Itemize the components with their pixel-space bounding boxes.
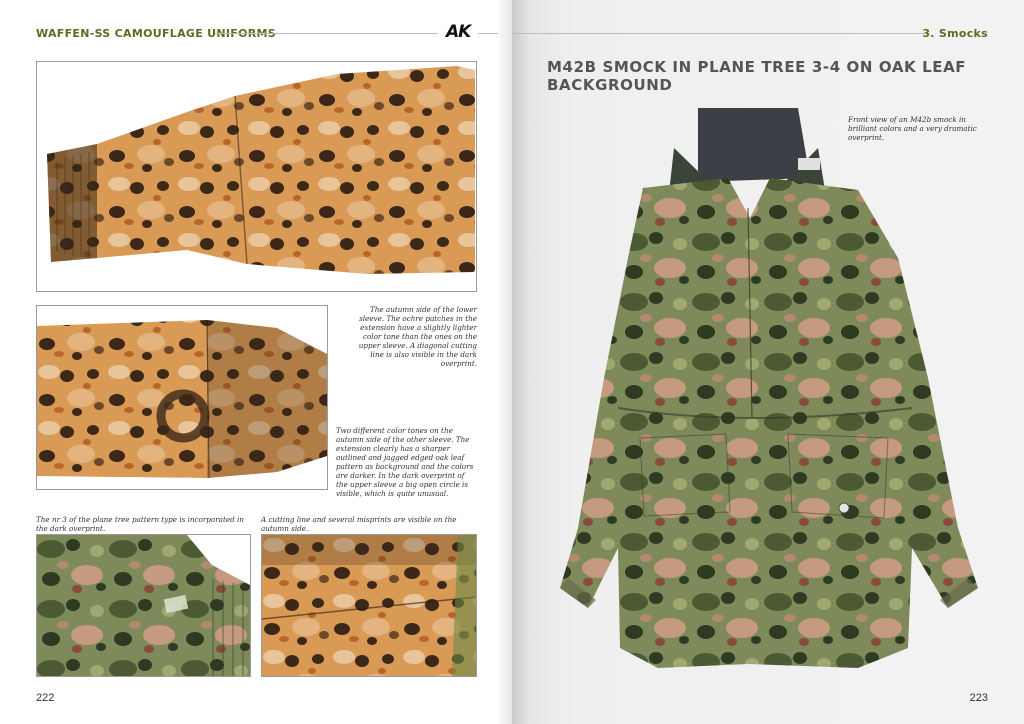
caption-two-color-tones: Two different color tones on the autumn … <box>336 426 474 498</box>
ak-logo: AK <box>446 22 471 42</box>
autumn-side-illustration-bottom-right <box>262 535 476 676</box>
caption-nr3-pattern: The nr 3 of the plane tree pattern type … <box>36 515 244 533</box>
cuff-photo-bottom-left <box>36 534 251 677</box>
header-rule-left <box>215 33 438 34</box>
right-page: 3. Smocks Front view of an M42b smock in… <box>512 0 1024 724</box>
smock-illustration <box>560 108 978 668</box>
page-number-right: 223 <box>969 692 988 704</box>
gutter-shadow <box>496 0 512 724</box>
running-head-right: 3. Smocks <box>922 27 988 40</box>
sleeve-photo-top <box>36 61 477 292</box>
caption-autumn-lower-sleeve: The autumn side of the lower sleeve. The… <box>358 305 477 368</box>
book-spread: WAFFEN-SS CAMOUFLAGE UNIFORMS AK The aut… <box>0 0 1024 724</box>
left-page: WAFFEN-SS CAMOUFLAGE UNIFORMS AK The aut… <box>0 0 512 724</box>
header-rule-left-end <box>478 33 498 34</box>
header-rule-right <box>512 33 924 34</box>
sleeve-photo-middle <box>36 305 328 490</box>
sleeve-illustration-middle <box>37 306 327 489</box>
cuff-illustration-bottom-left <box>37 535 250 676</box>
sleeve-illustration-top <box>37 62 476 291</box>
caption-cutting-line: A cutting line and several misprints are… <box>261 515 457 533</box>
autumn-side-photo-bottom-right <box>261 534 477 677</box>
section-title: M42B SMOCK IN PLANE TREE 3-4 ON OAK LEAF… <box>547 58 967 94</box>
page-number-left: 222 <box>36 692 55 704</box>
smock-photo <box>548 108 988 688</box>
